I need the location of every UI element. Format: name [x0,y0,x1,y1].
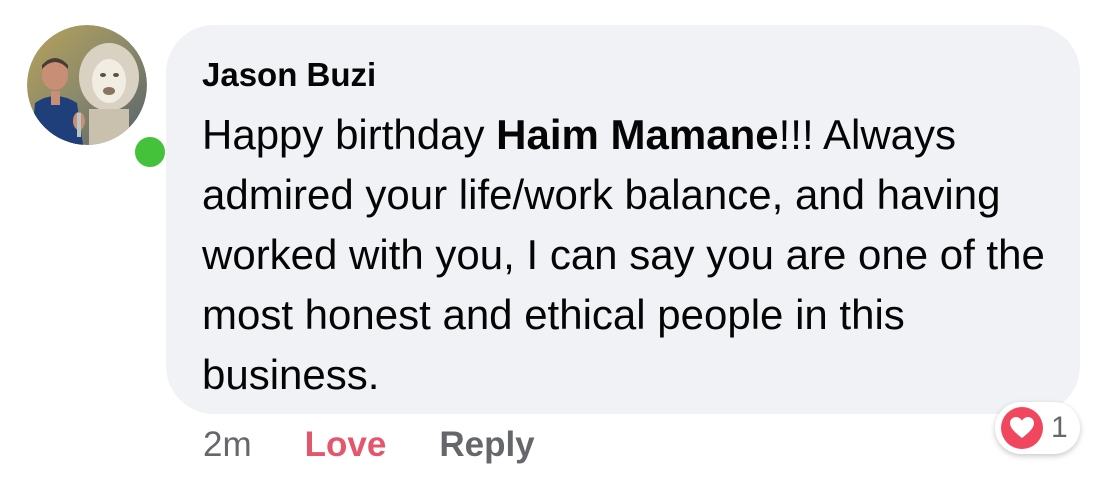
heart-icon [1001,407,1043,449]
comment-text-start: Happy birthday [202,111,497,158]
online-status-dot [130,132,170,172]
comment-text: Happy birthday Haim Mamane!!! Always adm… [202,105,1052,405]
mention-link[interactable]: Haim Mamane [496,111,778,158]
comment-timestamp[interactable]: 2m [203,425,252,465]
love-button[interactable]: Love [305,425,387,465]
reaction-count: 1 [1051,411,1068,444]
comment-bubble: Jason Buzi Happy birthday Haim Mamane!!!… [166,25,1080,414]
heart-icon-glyph [1010,417,1034,438]
reaction-summary[interactable]: 1 [995,402,1080,454]
reply-button[interactable]: Reply [439,425,534,465]
comment-author[interactable]: Jason Buzi [202,55,376,95]
comment-actions: 2m Love Reply [203,423,535,467]
avatar[interactable] [27,25,170,172]
avatar-image [27,25,147,145]
comment-container: Jason Buzi Happy birthday Haim Mamane!!!… [0,0,1106,480]
